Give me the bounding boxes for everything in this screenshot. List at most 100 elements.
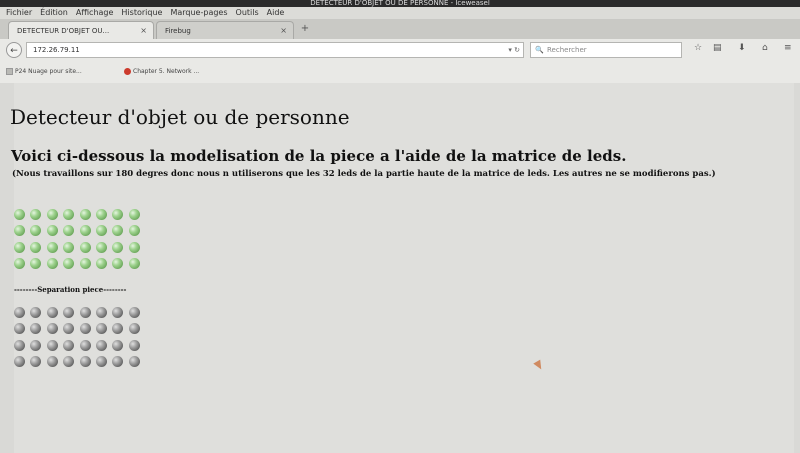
led-off [112, 339, 124, 351]
led-off [112, 307, 124, 318]
led-off [30, 356, 42, 368]
led-on [79, 209, 91, 220]
led-on [30, 209, 42, 220]
led-off [63, 323, 75, 335]
home-icon[interactable]: ⌂ [762, 43, 768, 53]
led-on [112, 258, 124, 270]
led-on [46, 225, 58, 237]
led-off [63, 356, 75, 368]
led-off [14, 356, 25, 368]
led-off [95, 323, 107, 335]
bookmark-item[interactable]: Chapter 5. Network ... [124, 61, 199, 83]
led-matrix-bottom [14, 307, 145, 373]
page-icon [6, 68, 13, 75]
led-on [112, 209, 124, 220]
led-on [95, 258, 107, 270]
led-on [112, 241, 124, 253]
tab-detecteur[interactable]: DETECTEUR D'OBJET OU... × [8, 21, 154, 39]
window-title: DETECTEUR D'OBJET OU DE PERSONNE - Icewe… [0, 0, 800, 7]
menu-aide[interactable]: Aide [267, 7, 285, 19]
led-off [46, 339, 58, 351]
led-on [79, 258, 91, 270]
led-off [14, 339, 25, 351]
led-on [79, 225, 91, 237]
navigation-bar: ← 172.26.79.11 ▾ ↻ 🔍 Rechercher ☆ ▤ ⬇ ⌂ … [0, 39, 800, 61]
led-off [79, 307, 91, 318]
bookmark-favicon [124, 68, 131, 75]
led-on [14, 209, 25, 220]
led-on [63, 241, 75, 253]
led-off [46, 323, 58, 335]
tab-firebug[interactable]: Firebug × [156, 21, 294, 39]
led-off [79, 339, 91, 351]
page-heading: Detecteur d'objet ou de personne [10, 105, 350, 129]
led-off [46, 356, 58, 368]
tab-bar: DETECTEUR D'OBJET OU... × Firebug × + [0, 19, 800, 39]
search-input[interactable]: 🔍 Rechercher [530, 42, 682, 58]
led-off [95, 307, 107, 318]
tab-label: Firebug [165, 27, 191, 35]
led-off [95, 339, 107, 351]
led-on [79, 241, 91, 253]
led-on [14, 241, 25, 253]
menu-fichier[interactable]: Fichier [6, 7, 32, 19]
led-on [63, 225, 75, 237]
led-off [14, 307, 25, 318]
menu-affichage[interactable]: Affichage [76, 7, 114, 19]
led-matrix-top [14, 209, 145, 275]
url-text: 172.26.79.11 [33, 46, 80, 54]
page-note: (Nous travaillons sur 180 degres donc no… [12, 169, 716, 179]
menu-marque-pages[interactable]: Marque-pages [170, 7, 227, 19]
led-off [128, 339, 140, 351]
led-off [30, 323, 42, 335]
led-off [46, 307, 58, 318]
new-tab-button[interactable]: + [296, 21, 314, 37]
led-on [46, 258, 58, 270]
search-icon: 🔍 [535, 46, 544, 54]
separator-label: --------Separation piece-------- [14, 285, 127, 294]
led-off [95, 356, 107, 368]
led-off [63, 307, 75, 318]
led-off [30, 339, 42, 351]
led-on [112, 225, 124, 237]
led-off [128, 307, 140, 318]
page-subheading: Voici ci-dessous la modelisation de la p… [11, 147, 627, 165]
led-off [14, 323, 25, 335]
led-on [46, 209, 58, 220]
led-on [30, 241, 42, 253]
led-on [128, 225, 140, 237]
led-off [112, 323, 124, 335]
download-icon[interactable]: ⬇ [738, 43, 746, 53]
menu-historique[interactable]: Historique [121, 7, 162, 19]
bookmarks-bar: P24 Nuage pour site... Chapter 5. Networ… [0, 61, 800, 84]
led-on [128, 209, 140, 220]
url-bar[interactable]: 172.26.79.11 ▾ ↻ [26, 42, 524, 58]
led-off [30, 307, 42, 318]
led-on [14, 258, 25, 270]
bookmark-label: P24 Nuage pour site... [15, 68, 82, 75]
led-on [30, 225, 42, 237]
back-button[interactable]: ← [6, 42, 22, 58]
reload-icon[interactable]: ▾ ↻ [508, 43, 520, 57]
led-on [95, 209, 107, 220]
library-icon[interactable]: ▤ [713, 43, 722, 53]
more-icon[interactable]: ≡ [784, 43, 792, 53]
close-icon[interactable]: × [140, 22, 147, 40]
led-on [128, 258, 140, 270]
led-off [128, 356, 140, 368]
star-icon[interactable]: ☆ [694, 43, 702, 53]
led-on [30, 258, 42, 270]
bookmark-item[interactable]: P24 Nuage pour site... [6, 61, 82, 83]
close-icon[interactable]: × [280, 22, 287, 40]
led-on [128, 241, 140, 253]
led-off [128, 323, 140, 335]
led-off [79, 323, 91, 335]
led-on [63, 258, 75, 270]
page-viewport: Detecteur d'objet ou de personne Voici c… [0, 83, 800, 453]
led-on [14, 225, 25, 237]
menu-bar: Fichier Édition Affichage Historique Mar… [0, 7, 800, 19]
menu-edition[interactable]: Édition [40, 7, 68, 19]
led-on [95, 225, 107, 237]
menu-outils[interactable]: Outils [236, 7, 259, 19]
led-off [79, 356, 91, 368]
